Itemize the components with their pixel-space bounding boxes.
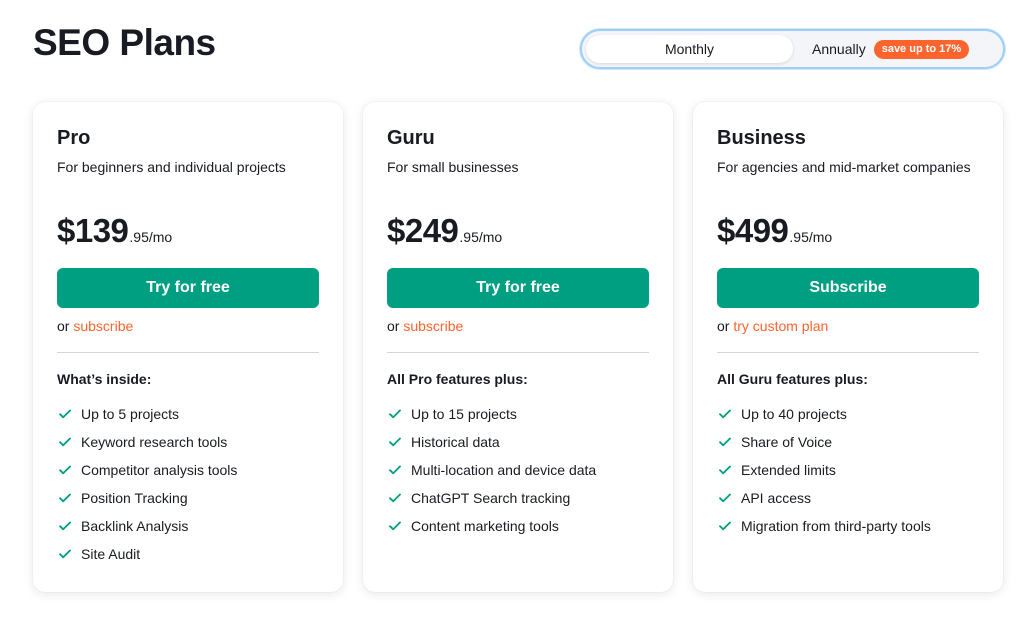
check-icon (57, 490, 73, 506)
check-icon (717, 462, 733, 478)
feature-item: Up to 40 projects (717, 400, 931, 428)
feature-item: Migration from third-party tools (717, 512, 931, 540)
price-suffix: .95/mo (789, 229, 833, 245)
try-custom-plan-link[interactable]: try custom plan (733, 318, 828, 334)
check-icon (717, 434, 733, 450)
features-heading: All Pro features plus: (387, 371, 528, 387)
feature-item: Keyword research tools (57, 428, 237, 456)
features-heading: All Guru features plus: (717, 371, 868, 387)
toggle-option-monthly[interactable]: Monthly (586, 35, 793, 63)
feature-label: Up to 5 projects (81, 406, 180, 422)
feature-item: Extended limits (717, 456, 931, 484)
check-icon (57, 434, 73, 450)
subscribe-button[interactable]: Subscribe (717, 268, 979, 308)
check-icon (717, 490, 733, 506)
toggle-option-annually[interactable]: Annually save up to 17% (812, 35, 970, 63)
plan-price: $249 .95/mo (387, 212, 502, 250)
price-suffix: .95/mo (459, 229, 503, 245)
plan-name: Business (717, 127, 806, 149)
price-amount: $139 (57, 212, 129, 249)
plan-card-business: Business For agencies and mid-market com… (693, 102, 1003, 592)
check-icon (387, 518, 403, 534)
alt-action: or subscribe (57, 318, 133, 334)
divider (717, 352, 979, 353)
feature-item: Multi-location and device data (387, 456, 596, 484)
alt-action: or try custom plan (717, 318, 828, 334)
subscribe-link[interactable]: subscribe (73, 318, 133, 334)
check-icon (57, 462, 73, 478)
alt-action: or subscribe (387, 318, 463, 334)
page-title: SEO Plans (33, 22, 216, 63)
divider (57, 352, 319, 353)
feature-label: Extended limits (741, 462, 836, 478)
feature-label: Content marketing tools (411, 518, 559, 534)
feature-item: Position Tracking (57, 484, 237, 512)
feature-item: Historical data (387, 428, 596, 456)
plan-description: For beginners and individual projects (57, 159, 286, 175)
alt-prefix: or (57, 318, 74, 334)
feature-item: Share of Voice (717, 428, 931, 456)
feature-label: Competitor analysis tools (81, 462, 238, 478)
price-suffix: .95/mo (129, 229, 173, 245)
feature-item: Up to 5 projects (57, 400, 237, 428)
annually-label: Annually (812, 41, 866, 57)
feature-item: API access (717, 484, 931, 512)
save-badge: save up to 17% (873, 39, 970, 59)
divider (387, 352, 649, 353)
plan-card-pro: Pro For beginners and individual project… (33, 102, 343, 592)
feature-item: ChatGPT Search tracking (387, 484, 596, 512)
feature-label: API access (741, 490, 812, 506)
feature-label: Keyword research tools (81, 434, 228, 450)
price-amount: $499 (717, 212, 789, 249)
plan-description: For agencies and mid-market companies (717, 159, 971, 175)
billing-period-toggle[interactable]: Monthly Annually save up to 17% (580, 29, 1005, 69)
feature-label: Site Audit (81, 546, 141, 562)
check-icon (387, 462, 403, 478)
check-icon (387, 406, 403, 422)
features-heading: What’s inside: (57, 371, 152, 387)
check-icon (57, 518, 73, 534)
feature-label: Migration from third-party tools (741, 518, 931, 534)
feature-item: Content marketing tools (387, 512, 596, 540)
feature-item: Backlink Analysis (57, 512, 237, 540)
check-icon (387, 490, 403, 506)
feature-list: Up to 40 projects Share of Voice Extended … (717, 400, 931, 540)
feature-list: Up to 5 projects Keyword research tools Co… (57, 400, 237, 568)
feature-label: Up to 40 projects (741, 406, 847, 422)
try-for-free-button[interactable]: Try for free (57, 268, 319, 308)
price-amount: $249 (387, 212, 459, 249)
feature-item: Site Audit (57, 540, 237, 568)
feature-list: Up to 15 projects Historical data Multi-lo… (387, 400, 596, 540)
feature-label: Backlink Analysis (81, 518, 189, 534)
feature-label: Historical data (411, 434, 500, 450)
check-icon (57, 406, 73, 422)
check-icon (387, 434, 403, 450)
plan-description: For small businesses (387, 159, 519, 175)
alt-prefix: or (387, 318, 404, 334)
check-icon (57, 546, 73, 562)
feature-label: Multi-location and device data (411, 462, 597, 478)
feature-item: Up to 15 projects (387, 400, 596, 428)
plan-card-guru: Guru For small businesses $249 .95/mo Tr… (363, 102, 673, 592)
try-for-free-button[interactable]: Try for free (387, 268, 649, 308)
feature-label: Position Tracking (81, 490, 188, 506)
plan-price: $139 .95/mo (57, 212, 172, 250)
check-icon (717, 406, 733, 422)
subscribe-link[interactable]: subscribe (403, 318, 463, 334)
plan-price: $499 .95/mo (717, 212, 832, 250)
alt-prefix: or (717, 318, 734, 334)
feature-label: Up to 15 projects (411, 406, 517, 422)
plan-name: Guru (387, 127, 435, 149)
feature-label: ChatGPT Search tracking (411, 490, 571, 506)
feature-label: Share of Voice (741, 434, 833, 450)
plan-name: Pro (57, 127, 91, 149)
feature-item: Competitor analysis tools (57, 456, 237, 484)
check-icon (717, 518, 733, 534)
